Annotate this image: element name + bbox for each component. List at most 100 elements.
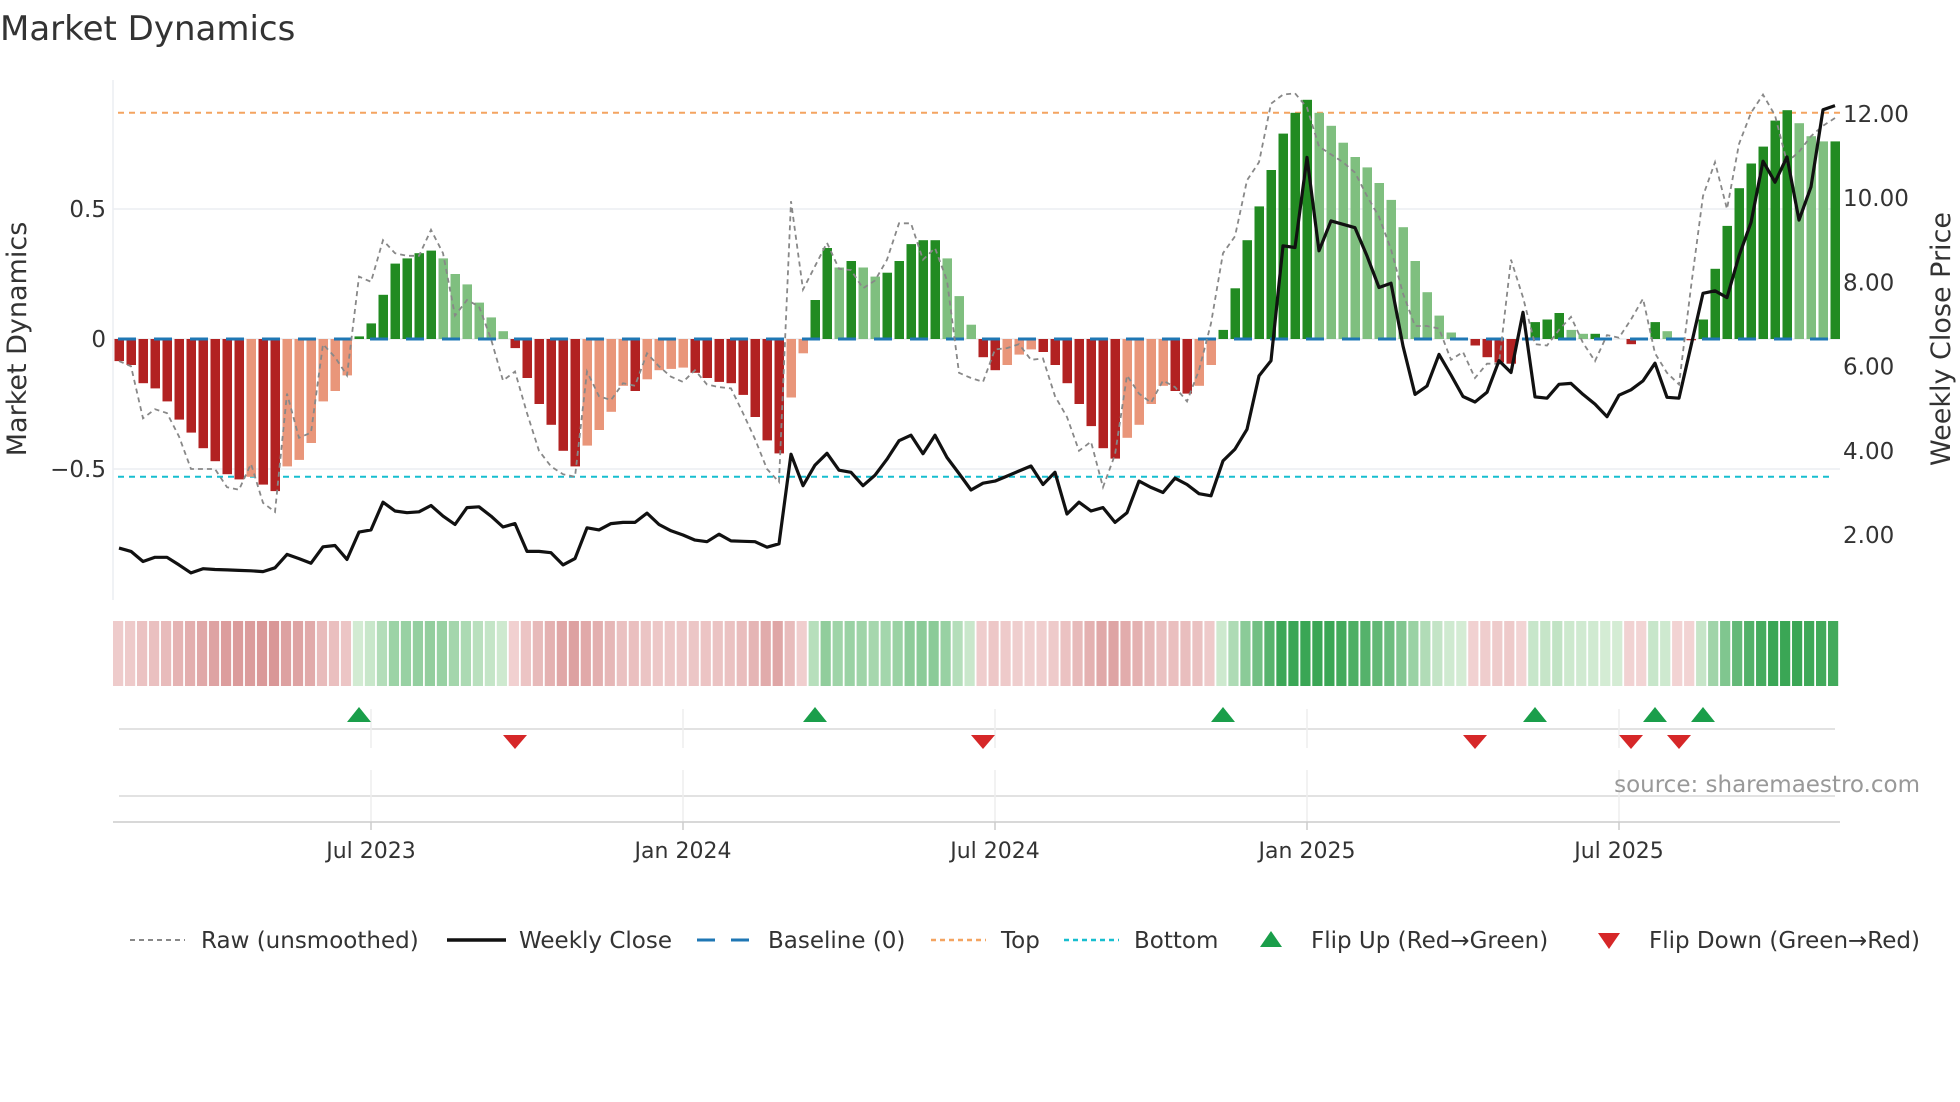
y-axis-label: Market Dynamics	[2, 222, 33, 457]
y-tick-label: −0.5	[50, 457, 106, 483]
heat-cell	[652, 621, 663, 686]
heat-cell	[304, 621, 316, 686]
heat-cell	[772, 621, 783, 686]
bar	[1470, 339, 1480, 346]
heat-cell	[340, 621, 352, 686]
legend: Raw (unsmoothed) Weekly Close Baseline (…	[130, 928, 1920, 954]
heat-cell	[1516, 621, 1527, 686]
bar	[1710, 268, 1720, 339]
bar	[498, 331, 508, 339]
heat-cell	[844, 621, 855, 686]
y2-axis-label: Weekly Close Price	[1926, 212, 1957, 466]
heat-cell	[244, 621, 256, 686]
x-tick-label: Jan 2024	[633, 839, 732, 864]
bar	[966, 324, 976, 339]
heat-cell	[724, 621, 735, 686]
bar	[366, 323, 376, 339]
bar	[1254, 206, 1264, 339]
heat-cell	[208, 621, 220, 686]
bar	[1170, 339, 1180, 391]
bar	[1374, 183, 1384, 339]
bar	[294, 339, 304, 460]
heat-cell	[1432, 621, 1443, 686]
heat-cell	[520, 621, 531, 686]
heat-cell	[1696, 621, 1707, 686]
heat-cell	[1192, 621, 1203, 686]
series-lines	[118, 92, 1840, 575]
bar	[1830, 141, 1840, 339]
bar	[558, 339, 568, 451]
legend-raw: Raw (unsmoothed)	[201, 928, 419, 954]
legend-baseline: Baseline (0)	[768, 928, 905, 954]
heat-cell	[1060, 621, 1071, 686]
heat-cell	[1804, 621, 1815, 686]
bar	[798, 339, 808, 354]
heat-cell	[172, 621, 184, 686]
y2-tick-label: 2.00	[1843, 523, 1894, 549]
bar	[882, 272, 892, 339]
bar	[1242, 240, 1252, 339]
legend-flip-up: Flip Up (Red→Green)	[1311, 928, 1548, 954]
bar	[1578, 333, 1588, 339]
heat-cell	[700, 621, 711, 686]
x-axis: Jul 2023 Jan 2024 Jul 2024 Jan 2025 Jul 2025	[113, 821, 1840, 864]
y2-tick-label: 12.00	[1843, 102, 1909, 128]
bar	[198, 339, 208, 449]
heat-cell	[1480, 621, 1491, 686]
x-tick-label: Jan 2025	[1257, 839, 1356, 864]
heat-cell	[868, 621, 879, 686]
heat-cell	[880, 621, 891, 686]
heat-cell	[604, 621, 615, 686]
heat-cell	[1216, 621, 1227, 686]
heat-cell	[784, 621, 795, 686]
heat-cell	[1660, 621, 1671, 686]
bar	[978, 339, 988, 358]
bar	[846, 261, 856, 339]
bar	[210, 339, 220, 462]
legend-flip-up-icon	[1260, 931, 1282, 947]
heat-cell	[268, 621, 280, 686]
heat-cell	[1468, 621, 1479, 686]
bar	[942, 258, 952, 339]
heat-cell	[1504, 621, 1515, 686]
heat-cell	[1456, 621, 1467, 686]
flip-up-marker	[1523, 707, 1547, 722]
bar	[666, 339, 676, 369]
heat-cell	[916, 621, 927, 686]
bar	[1014, 339, 1024, 355]
y2-tick-label: 8.00	[1843, 270, 1894, 296]
legend-flip-down: Flip Down (Green→Red)	[1649, 928, 1920, 954]
heat-cell	[196, 621, 208, 686]
heat-cell	[113, 621, 124, 686]
heat-cell	[484, 621, 495, 686]
heat-cell	[1648, 621, 1659, 686]
heat-cell	[616, 621, 627, 686]
heat-cell	[976, 621, 987, 686]
bar	[126, 339, 136, 365]
heat-cell	[1732, 621, 1743, 686]
heat-cell	[448, 621, 459, 686]
heat-cell	[1612, 621, 1623, 686]
legend-bottom: Bottom	[1134, 928, 1218, 954]
heat-cell	[220, 621, 232, 686]
heat-cell	[1408, 621, 1419, 686]
bar	[1482, 339, 1492, 358]
heat-cell	[232, 621, 244, 686]
heat-cell	[1252, 621, 1263, 686]
heat-cell	[1048, 621, 1059, 686]
flip-up-marker	[1211, 707, 1235, 722]
heat-cell	[1084, 621, 1095, 686]
heat-cell	[1264, 621, 1275, 686]
flip-up-marker	[1691, 707, 1715, 722]
heat-cell	[508, 621, 519, 686]
bar	[402, 258, 412, 339]
heat-cell	[1156, 621, 1167, 686]
market-dynamics-chart: Market Dynamics 0.5 0 −0.5 12.00 10.00 8.00 6…	[0, 9, 1957, 954]
x-tick-label: Jul 2024	[948, 839, 1040, 864]
heat-cell	[316, 621, 328, 686]
bar	[1542, 319, 1552, 339]
flip-up-marker	[347, 707, 371, 722]
bar	[354, 336, 364, 339]
heat-cell	[820, 621, 831, 686]
heat-cell	[256, 621, 268, 686]
